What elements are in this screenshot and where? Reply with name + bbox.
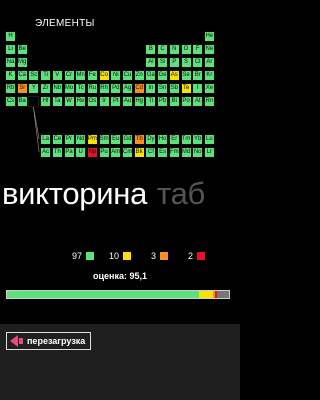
pivot-item-quiz[interactable]: викторина xyxy=(2,176,147,211)
periodic-table: H He Li Be B C N O F Ne Na Mg Al Si P S Cl Ar K Ca Sc Ti V Cr Mn… xyxy=(0,0,240,170)
progress-bar xyxy=(6,290,230,299)
back-arrow-icon xyxy=(10,335,18,347)
back-arrow-stem xyxy=(19,338,23,344)
pivot-header: викторина таб xyxy=(2,176,205,212)
stat-count-red: 2 xyxy=(187,251,193,261)
app-bar: перезагрузка xyxy=(0,324,240,400)
progress-segment xyxy=(199,291,213,298)
progress-segment xyxy=(215,291,218,298)
stat-count-orange: 3 xyxy=(150,251,156,261)
stats-legend: 97 10 3 2 xyxy=(0,250,240,262)
progress-segment xyxy=(7,291,200,298)
stat-count-correct: 97 xyxy=(71,251,82,261)
pivot-item-next[interactable]: таб xyxy=(157,176,205,211)
reset-label: перезагрузка xyxy=(27,336,86,346)
stat-swatch-yellow xyxy=(123,252,131,260)
stat-count-yellow: 10 xyxy=(108,251,119,261)
connector-line xyxy=(33,106,40,153)
score-label: оценка: 95,1 xyxy=(93,271,147,281)
reset-button[interactable]: перезагрузка xyxy=(6,332,92,350)
f-block-connector xyxy=(33,106,40,153)
stat-swatch-red xyxy=(197,252,205,260)
stat-swatch-correct xyxy=(86,252,94,260)
stat-swatch-orange xyxy=(160,252,168,260)
